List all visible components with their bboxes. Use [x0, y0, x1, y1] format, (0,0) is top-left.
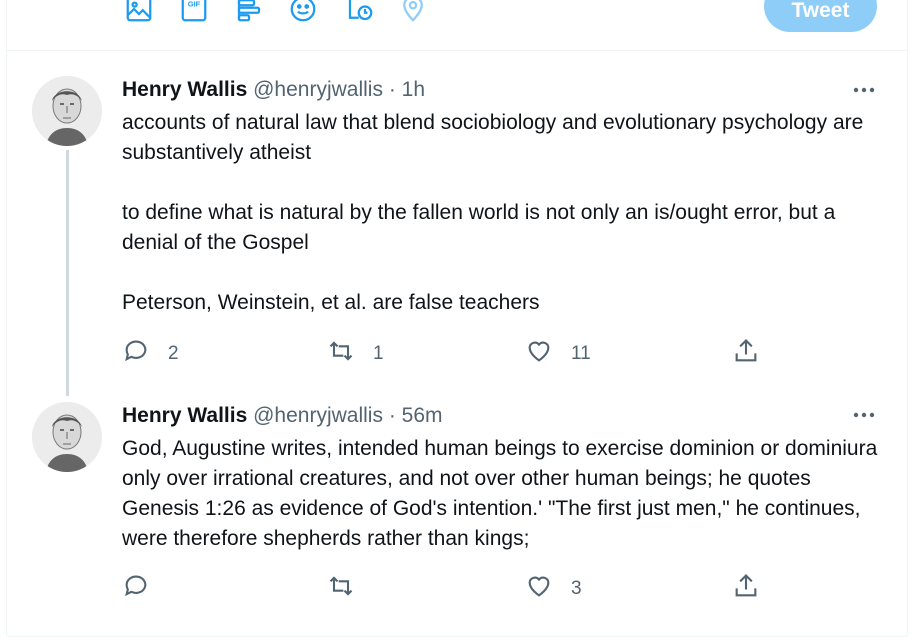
author-name[interactable]: Henry Wallis [122, 78, 247, 101]
timeline-column: GIF Tweet Henry Wallis @henryjwallis · 1… [6, 0, 908, 637]
tweet-text: accounts of natural law that blend socio… [122, 108, 892, 318]
more-options-icon[interactable] [849, 80, 879, 100]
avatar[interactable] [32, 76, 102, 146]
gif-icon[interactable]: GIF [179, 0, 209, 24]
avatar[interactable] [32, 402, 102, 472]
tweet-paragraph: Peterson, Weinstein, et al. are false te… [122, 291, 540, 314]
share-button[interactable] [732, 572, 760, 606]
separator-dot: · [388, 78, 396, 101]
retweet-count: 1 [373, 343, 384, 364]
tweet-composer-toolbar: GIF Tweet [7, 0, 907, 51]
like-count: 3 [571, 578, 582, 599]
tweet-text: God, Augustine writes, intended human be… [122, 434, 892, 554]
location-icon[interactable] [398, 0, 428, 24]
heart-icon [525, 337, 553, 371]
tweet-button[interactable]: Tweet [764, 0, 877, 32]
reply-button[interactable]: 2 [122, 337, 179, 371]
emoji-icon[interactable] [288, 0, 318, 24]
author-name[interactable]: Henry Wallis [122, 404, 247, 427]
retweet-icon [327, 572, 355, 606]
reply-button[interactable] [122, 572, 168, 606]
share-button[interactable] [732, 337, 760, 371]
thread-line [66, 150, 69, 396]
schedule-icon[interactable] [345, 0, 375, 24]
more-options-icon[interactable] [849, 405, 879, 425]
timestamp[interactable]: 56m [402, 404, 443, 427]
retweet-icon [327, 337, 355, 371]
share-icon [732, 572, 760, 606]
poll-icon[interactable] [234, 0, 264, 24]
like-count: 11 [571, 343, 591, 364]
timestamp[interactable]: 1h [402, 78, 425, 101]
tweet-2[interactable]: Henry Wallis @henryjwallis · 56m God, Au… [7, 396, 907, 637]
retweet-button[interactable] [327, 572, 373, 606]
reply-icon [122, 572, 150, 606]
heart-icon [525, 572, 553, 606]
author-handle[interactable]: @henryjwallis [253, 78, 383, 101]
tweet-paragraph: to define what is natural by the fallen … [122, 201, 836, 254]
tweet-paragraph: God, Augustine writes, intended human be… [122, 437, 878, 550]
image-icon[interactable] [124, 0, 154, 24]
separator-dot: · [388, 404, 396, 427]
retweet-button[interactable]: 1 [327, 337, 384, 371]
tweet-1[interactable]: Henry Wallis @henryjwallis · 1h accounts… [7, 51, 907, 396]
share-icon [732, 337, 760, 371]
svg-text:GIF: GIF [188, 0, 201, 9]
like-button[interactable]: 3 [525, 572, 582, 606]
author-handle[interactable]: @henryjwallis [253, 404, 383, 427]
tweet-header: Henry Wallis @henryjwallis · 56m [122, 404, 443, 428]
tweet-header: Henry Wallis @henryjwallis · 1h [122, 78, 425, 102]
reply-icon [122, 337, 150, 371]
like-button[interactable]: 11 [525, 337, 591, 371]
reply-count: 2 [168, 343, 179, 364]
tweet-paragraph: accounts of natural law that blend socio… [122, 111, 864, 164]
